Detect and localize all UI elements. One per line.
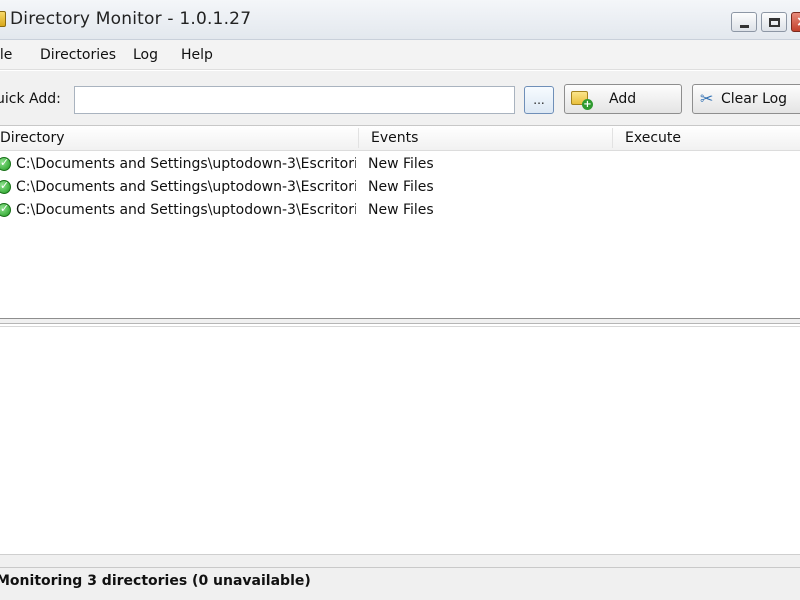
maximize-button[interactable] <box>761 12 787 32</box>
status-divider <box>0 567 800 568</box>
clear-log-button-label: Clear Log <box>721 91 788 107</box>
close-icon: × <box>796 14 800 30</box>
check-circle-icon <box>0 202 11 217</box>
menu-log[interactable]: Log <box>133 47 158 63</box>
events-cell: New Files <box>368 156 434 172</box>
title-bar[interactable]: Directory Monitor - 1.0.1.27 × <box>0 0 800 40</box>
table-row[interactable]: C:\Documents and Settings\uptodown-3\Esc… <box>0 176 800 199</box>
scissors-icon: ✂ <box>700 89 714 108</box>
status-text: Monitoring 3 directories (0 unavailable) <box>0 573 311 589</box>
toolbar: uick Add: ... Add ✂ Clear Log <box>0 71 800 125</box>
window-title: Directory Monitor - 1.0.1.27 <box>10 9 252 29</box>
column-separator[interactable] <box>358 128 359 148</box>
directory-cell: C:\Documents and Settings\uptodown-3\Esc… <box>16 202 356 218</box>
minimize-button[interactable] <box>731 12 757 32</box>
menu-bar: ile Directories Log Help <box>0 40 800 70</box>
menu-file[interactable]: ile <box>0 47 12 63</box>
quick-add-label: uick Add: <box>0 91 61 107</box>
directory-cell: C:\Documents and Settings\uptodown-3\Esc… <box>16 156 356 172</box>
menu-directories[interactable]: Directories <box>40 47 116 63</box>
events-cell: New Files <box>368 179 434 195</box>
minimize-icon <box>740 25 749 28</box>
clear-log-button[interactable]: ✂ Clear Log <box>692 84 800 114</box>
add-button-label: Add <box>609 91 637 107</box>
directory-list[interactable]: Directory Events Execute C:\Documents an… <box>0 125 800 318</box>
close-button[interactable]: × <box>791 12 800 32</box>
column-separator[interactable] <box>612 128 613 148</box>
add-button[interactable]: Add <box>564 84 682 114</box>
table-row[interactable]: C:\Documents and Settings\uptodown-3\Esc… <box>0 153 800 176</box>
quick-add-input[interactable] <box>74 86 515 114</box>
app-icon <box>0 11 6 27</box>
check-circle-icon <box>0 156 11 171</box>
check-circle-icon <box>0 179 11 194</box>
column-header-directory[interactable]: Directory <box>0 130 65 146</box>
status-bar: Monitoring 3 directories (0 unavailable) <box>0 554 800 600</box>
folder-add-icon <box>571 91 593 110</box>
maximize-icon <box>769 18 780 27</box>
events-cell: New Files <box>368 202 434 218</box>
menu-help[interactable]: Help <box>181 47 213 63</box>
list-header: Directory Events Execute <box>0 126 800 151</box>
panel-splitter[interactable] <box>0 318 800 326</box>
directory-cell: C:\Documents and Settings\uptodown-3\Esc… <box>16 179 356 195</box>
log-panel[interactable] <box>0 326 800 554</box>
browse-button[interactable]: ... <box>524 86 554 114</box>
table-row[interactable]: C:\Documents and Settings\uptodown-3\Esc… <box>0 199 800 222</box>
column-header-events[interactable]: Events <box>371 130 418 146</box>
column-header-execute[interactable]: Execute <box>625 130 681 146</box>
